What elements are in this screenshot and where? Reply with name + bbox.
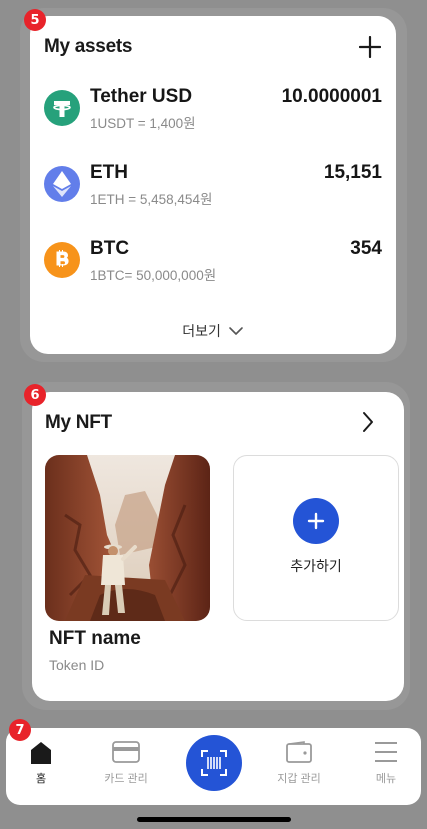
asset-value: 354	[350, 238, 382, 259]
step-badge-assets: 5	[24, 9, 46, 31]
asset-row-btc[interactable]: BTC 1BTC= 50,000,000원 354	[44, 238, 382, 292]
nft-title: My NFT	[45, 412, 112, 433]
more-label: 더보기	[182, 323, 221, 339]
more-button[interactable]: 더보기	[30, 321, 396, 341]
add-asset-icon[interactable]	[359, 36, 381, 58]
nav-item-wallet[interactable]: 지갑 관리	[259, 728, 339, 805]
asset-name: BTC	[90, 238, 130, 259]
bottom-nav: 홈 카드 관리 지갑 관리 메뉴	[6, 728, 421, 805]
nav-label-card: 카드 관리	[104, 773, 148, 785]
step-badge-nft: 6	[24, 384, 46, 406]
barcode-scan-icon	[201, 750, 227, 776]
add-nft-button[interactable]	[293, 498, 339, 544]
wallet-icon	[286, 741, 312, 763]
asset-value: 15,151	[323, 162, 382, 183]
nav-item-home[interactable]: 홈	[1, 728, 81, 805]
nav-label-menu: 메뉴	[375, 773, 397, 785]
nav-item-card[interactable]: 카드 관리	[86, 728, 166, 805]
chevron-right-icon[interactable]	[361, 411, 375, 433]
assets-card: My assets Tether USD 1USDT = 1,400원 10.0…	[30, 16, 396, 354]
asset-rate: 1USDT = 1,400원	[90, 116, 196, 131]
card-icon	[112, 741, 140, 763]
assets-title: My assets	[44, 36, 133, 57]
asset-row-eth[interactable]: ETH 1ETH = 5,458,454원 15,151	[44, 162, 382, 216]
asset-name: ETH	[90, 162, 128, 183]
asset-rate: 1ETH = 5,458,454원	[90, 192, 213, 207]
home-indicator	[137, 817, 291, 822]
ethereum-icon	[44, 166, 80, 202]
nft-image[interactable]	[45, 455, 210, 621]
nav-item-menu[interactable]: 메뉴	[346, 728, 426, 805]
bitcoin-icon	[44, 242, 80, 278]
asset-name: Tether USD	[90, 86, 193, 107]
asset-rate: 1BTC= 50,000,000원	[90, 268, 217, 283]
home-icon	[31, 742, 51, 764]
nft-card: My NFT NFT name Token ID 추가하기	[32, 392, 404, 701]
add-nft-tile[interactable]: 추가하기	[233, 455, 399, 621]
nav-label-home: 홈	[35, 773, 47, 785]
barcode-scan-button[interactable]	[186, 735, 242, 791]
menu-icon	[375, 742, 397, 762]
tether-icon	[44, 90, 80, 126]
step-badge-nav: 7	[9, 719, 31, 741]
nft-name: NFT name	[49, 628, 141, 649]
chevron-down-icon	[228, 327, 243, 335]
nav-label-wallet: 지갑 관리	[277, 773, 321, 785]
plus-icon	[307, 512, 325, 530]
asset-row-tether[interactable]: Tether USD 1USDT = 1,400원 10.0000001	[44, 86, 382, 140]
nft-token-id: Token ID	[49, 657, 105, 673]
asset-value: 10.0000001	[281, 86, 382, 107]
add-nft-label: 추가하기	[290, 558, 342, 574]
